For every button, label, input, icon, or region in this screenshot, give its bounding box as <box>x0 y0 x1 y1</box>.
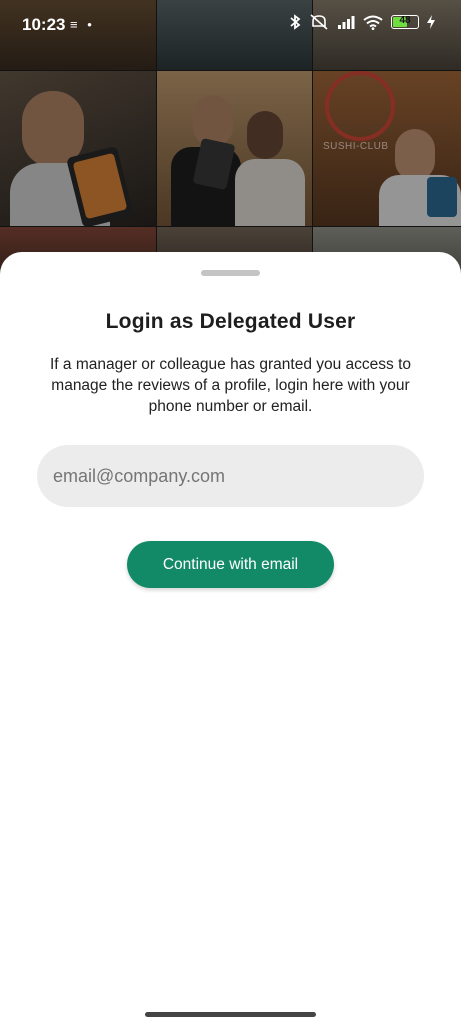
login-bottom-sheet: Login as Delegated User If a manager or … <box>0 252 461 1024</box>
status-bar: 10:23 ≡ • 48 <box>0 0 461 50</box>
sheet-grabber-handle[interactable] <box>201 270 260 276</box>
bluetooth-icon <box>290 14 301 30</box>
dot-icon: • <box>87 17 92 32</box>
sheet-title: Login as Delegated User <box>105 310 356 333</box>
home-indicator[interactable] <box>145 1012 316 1017</box>
status-time: 10:23 <box>22 15 66 34</box>
battery-icon: 48 <box>391 15 419 29</box>
mute-icon <box>310 14 328 30</box>
email-field[interactable] <box>37 445 424 507</box>
charging-icon <box>427 15 435 29</box>
battery-level: 48 <box>399 15 411 26</box>
wifi-icon <box>363 15 383 30</box>
signal-icon <box>338 16 355 29</box>
continue-with-email-button[interactable]: Continue with email <box>127 541 334 588</box>
layers-icon: ≡ <box>70 17 78 32</box>
sheet-description: If a manager or colleague has granted yo… <box>49 356 412 415</box>
